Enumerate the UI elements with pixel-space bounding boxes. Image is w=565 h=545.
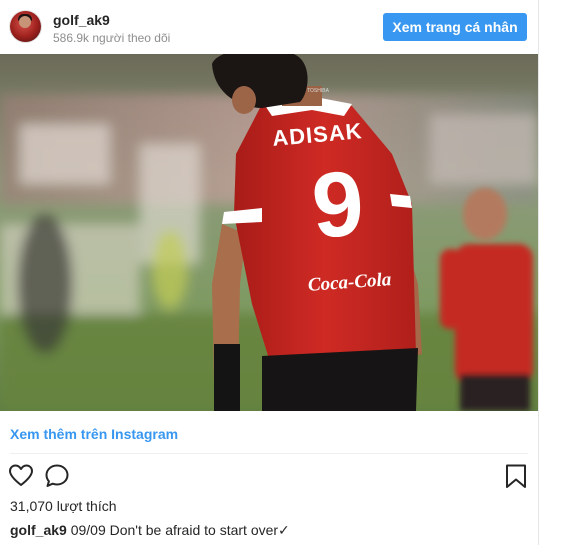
divider — [10, 453, 528, 454]
view-more-on-instagram-link[interactable]: Xem thêm trên Instagram — [10, 426, 178, 442]
post-photo[interactable]: ADISAK 9 Coca-Cola TOSHIBA — [0, 54, 538, 411]
view-profile-button[interactable]: Xem trang cá nhân — [383, 13, 527, 41]
post-caption: golf_ak9 09/09 Don't be afraid to start … — [10, 522, 290, 539]
speech-bubble-icon[interactable] — [43, 462, 71, 490]
caption-username[interactable]: golf_ak9 — [10, 522, 67, 538]
collar-brand: TOSHIBA — [307, 88, 330, 94]
instagram-embed-card: golf_ak9 586.9k người theo dõi Xem trang… — [0, 0, 539, 545]
caption-text: 09/09 Don't be afraid to start over✓ — [70, 522, 290, 538]
like-count: 31,070 lượt thích — [10, 498, 117, 514]
username[interactable]: golf_ak9 — [53, 12, 110, 28]
follower-count: 586.9k người theo dõi — [53, 31, 171, 45]
avatar[interactable] — [10, 11, 41, 42]
photo-illustration: ADISAK 9 Coca-Cola TOSHIBA — [0, 54, 538, 411]
post-header: golf_ak9 586.9k người theo dõi Xem trang… — [0, 0, 538, 54]
bookmark-outline-icon[interactable] — [502, 462, 530, 490]
jersey-number: 9 — [309, 152, 367, 257]
avatar-face — [19, 16, 31, 28]
heart-outline-icon[interactable] — [7, 462, 35, 490]
